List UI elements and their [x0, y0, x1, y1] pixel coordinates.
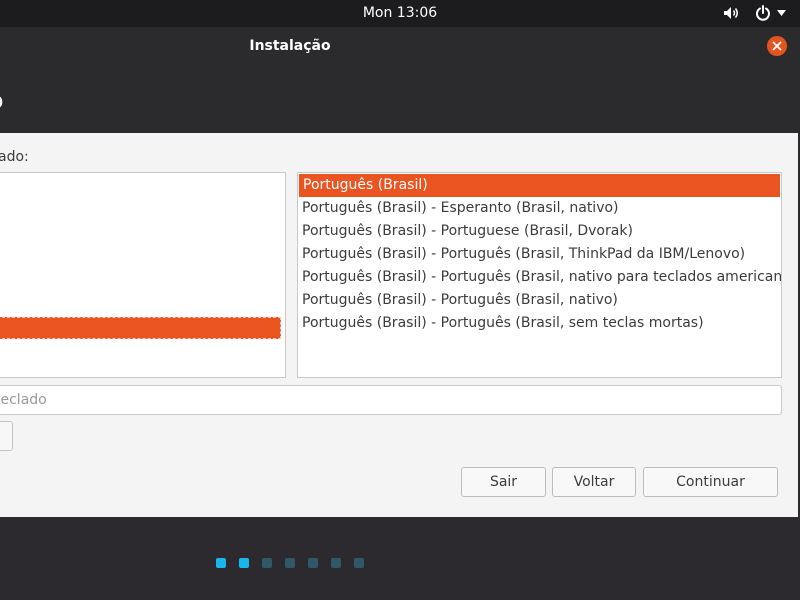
progress-dot [216, 558, 226, 568]
keyboard-test-placeholder: teclado [0, 392, 47, 408]
system-tray[interactable] [723, 4, 786, 22]
layout-list-selected-row[interactable] [0, 317, 281, 339]
variant-item[interactable]: Português (Brasil) - Português (Brasil, … [298, 243, 781, 266]
continue-button[interactable]: Continuar [643, 467, 778, 497]
progress-dot [239, 558, 249, 568]
layout-label: ado: [0, 149, 29, 165]
progress-dot [285, 558, 295, 568]
layout-list[interactable] [0, 172, 286, 378]
variant-item[interactable]: Português (Brasil) - Portuguese (Brasil,… [298, 220, 781, 243]
variant-item[interactable]: Português (Brasil) - Português (Brasil, … [298, 266, 781, 289]
quit-button[interactable]: Sair [461, 467, 546, 497]
variant-item[interactable]: Português (Brasil) - Português (Brasil, … [298, 289, 781, 312]
variant-item[interactable]: Português (Brasil) - Esperanto (Brasil, … [298, 197, 781, 220]
close-icon [772, 41, 782, 51]
progress-dot [262, 558, 272, 568]
progress-dots [216, 558, 364, 568]
progress-dot [331, 558, 341, 568]
variant-item[interactable]: Português (Brasil) - Português (Brasil, … [298, 312, 781, 335]
variant-item[interactable]: Português (Brasil) [299, 174, 780, 197]
main-content: ado: Português (Brasil) Português (Brasi… [0, 133, 798, 517]
window-header: Instalação o [0, 27, 800, 133]
progress-dot [308, 558, 318, 568]
top-bar: Mon 13:06 [0, 0, 800, 27]
power-icon[interactable] [755, 5, 786, 21]
detect-layout-button[interactable] [0, 421, 13, 451]
clock[interactable]: Mon 13:06 [0, 0, 800, 27]
progress-dot [354, 558, 364, 568]
back-button[interactable]: Voltar [552, 467, 636, 497]
variant-list[interactable]: Português (Brasil) Português (Brasil) - … [297, 172, 782, 378]
chevron-down-icon [777, 10, 786, 16]
keyboard-test-input[interactable]: teclado [0, 385, 782, 415]
page-heading: o [0, 87, 3, 117]
close-button[interactable] [767, 36, 787, 56]
volume-icon[interactable] [723, 6, 739, 20]
window-title: Instalação [249, 38, 331, 54]
